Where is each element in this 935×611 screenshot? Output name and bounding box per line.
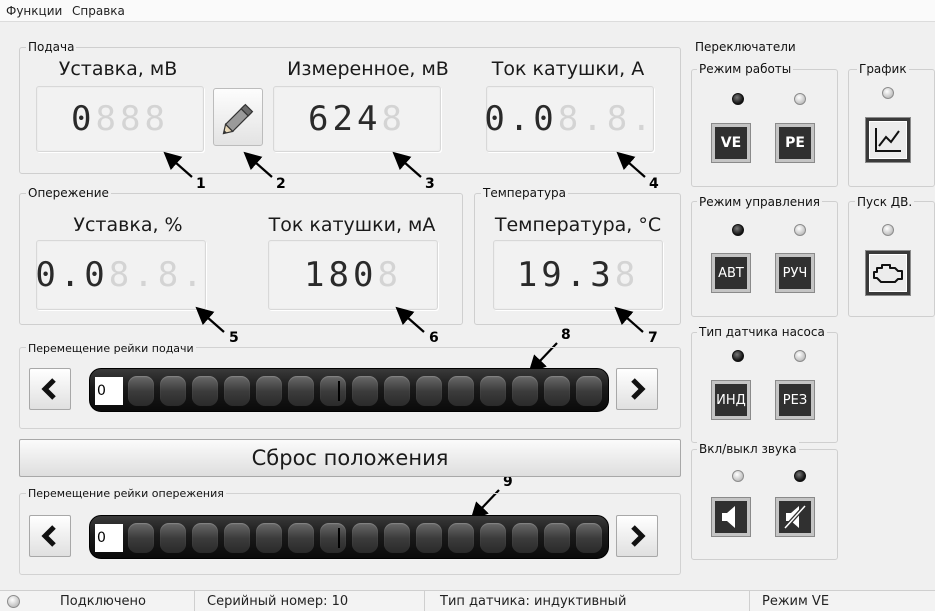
sensor-ind-button[interactable]: ИНД <box>712 381 750 419</box>
callout-2: 2 <box>276 176 286 192</box>
sensor-ind-led <box>732 350 744 362</box>
sensor-res-label: РЕЗ <box>782 392 808 408</box>
supply-rail-track[interactable]: 0 <box>89 368 609 412</box>
advance-rail-title: Перемещение рейки опережения <box>26 487 226 501</box>
chevron-left-icon <box>41 525 56 547</box>
control-auto-led <box>732 224 744 236</box>
graph-group-title: График <box>857 62 909 76</box>
control-auto-label: АВТ <box>718 265 744 281</box>
sound-on-led <box>732 470 744 482</box>
mode-ve-label: VE <box>720 135 742 151</box>
mode-pe-led <box>794 93 806 105</box>
mode-group-title: Режим работы <box>697 62 794 76</box>
sensor-ind-label: ИНД <box>716 392 746 408</box>
control-manual-button[interactable]: РУЧ <box>776 254 814 292</box>
advance-rail-position-marker <box>338 528 340 548</box>
callout-1: 1 <box>196 176 206 192</box>
callout-7: 7 <box>648 330 658 346</box>
advance-rail-right-button[interactable] <box>616 515 658 557</box>
callout-6: 6 <box>429 330 439 346</box>
callout-8: 8 <box>561 327 571 343</box>
graph-led <box>882 87 894 99</box>
reset-position-label: Сброс положения <box>251 446 449 470</box>
supply-rail-right-button[interactable] <box>616 368 658 410</box>
speaker-mute-icon <box>783 504 807 530</box>
graph-button[interactable] <box>865 117 911 163</box>
chevron-left-icon <box>41 378 56 400</box>
supply-rail-position-marker <box>338 381 340 401</box>
chevron-right-icon <box>631 378 646 400</box>
engine-group-title: Пуск ДВ. <box>855 195 915 209</box>
control-manual-label: РУЧ <box>782 265 808 281</box>
advance-rail-track[interactable]: 0 <box>89 515 609 559</box>
engine-start-button[interactable] <box>865 250 911 296</box>
chart-icon <box>875 128 901 152</box>
status-sensor-type: Тип датчика: индуктивный <box>440 591 750 611</box>
sound-on-button[interactable] <box>712 498 750 536</box>
status-connection: Подключено <box>60 591 195 611</box>
switches-group-title: Переключатели <box>693 40 798 54</box>
control-group-title: Режим управления <box>697 195 823 209</box>
mode-pe-button[interactable]: PE <box>776 124 814 162</box>
status-bar: Подключено Серийный номер: 10 Тип датчик… <box>0 590 935 611</box>
supply-rail-value: 0 <box>95 377 123 405</box>
connection-led <box>7 595 20 608</box>
sound-group-title: Вкл/выкл звука <box>697 442 799 456</box>
mode-ve-button[interactable]: VE <box>712 124 750 162</box>
engine-led <box>882 224 894 236</box>
supply-rail-left-button[interactable] <box>29 368 71 410</box>
sound-off-button[interactable] <box>776 498 814 536</box>
callout-4: 4 <box>649 176 659 192</box>
speaker-icon <box>722 506 735 528</box>
control-auto-button[interactable]: АВТ <box>712 254 750 292</box>
mode-ve-led <box>732 93 744 105</box>
mode-pe-label: PE <box>785 135 805 151</box>
sensor-res-led <box>794 350 806 362</box>
reset-position-button[interactable]: Сброс положения <box>19 439 681 477</box>
chevron-right-icon <box>631 525 646 547</box>
status-serial: Серийный номер: 10 <box>207 591 425 611</box>
supply-rail-title: Перемещение рейки подачи <box>26 342 196 356</box>
status-mode: Режим VE <box>762 594 830 609</box>
engine-icon <box>873 264 903 283</box>
advance-rail-value: 0 <box>95 524 123 552</box>
sound-off-led <box>794 470 806 482</box>
sensor-group-title: Тип датчика насоса <box>697 325 827 339</box>
callout-5: 5 <box>229 330 239 346</box>
advance-rail-left-button[interactable] <box>29 515 71 557</box>
sensor-res-button[interactable]: РЕЗ <box>776 381 814 419</box>
callout-3: 3 <box>425 176 435 192</box>
control-manual-led <box>794 224 806 236</box>
